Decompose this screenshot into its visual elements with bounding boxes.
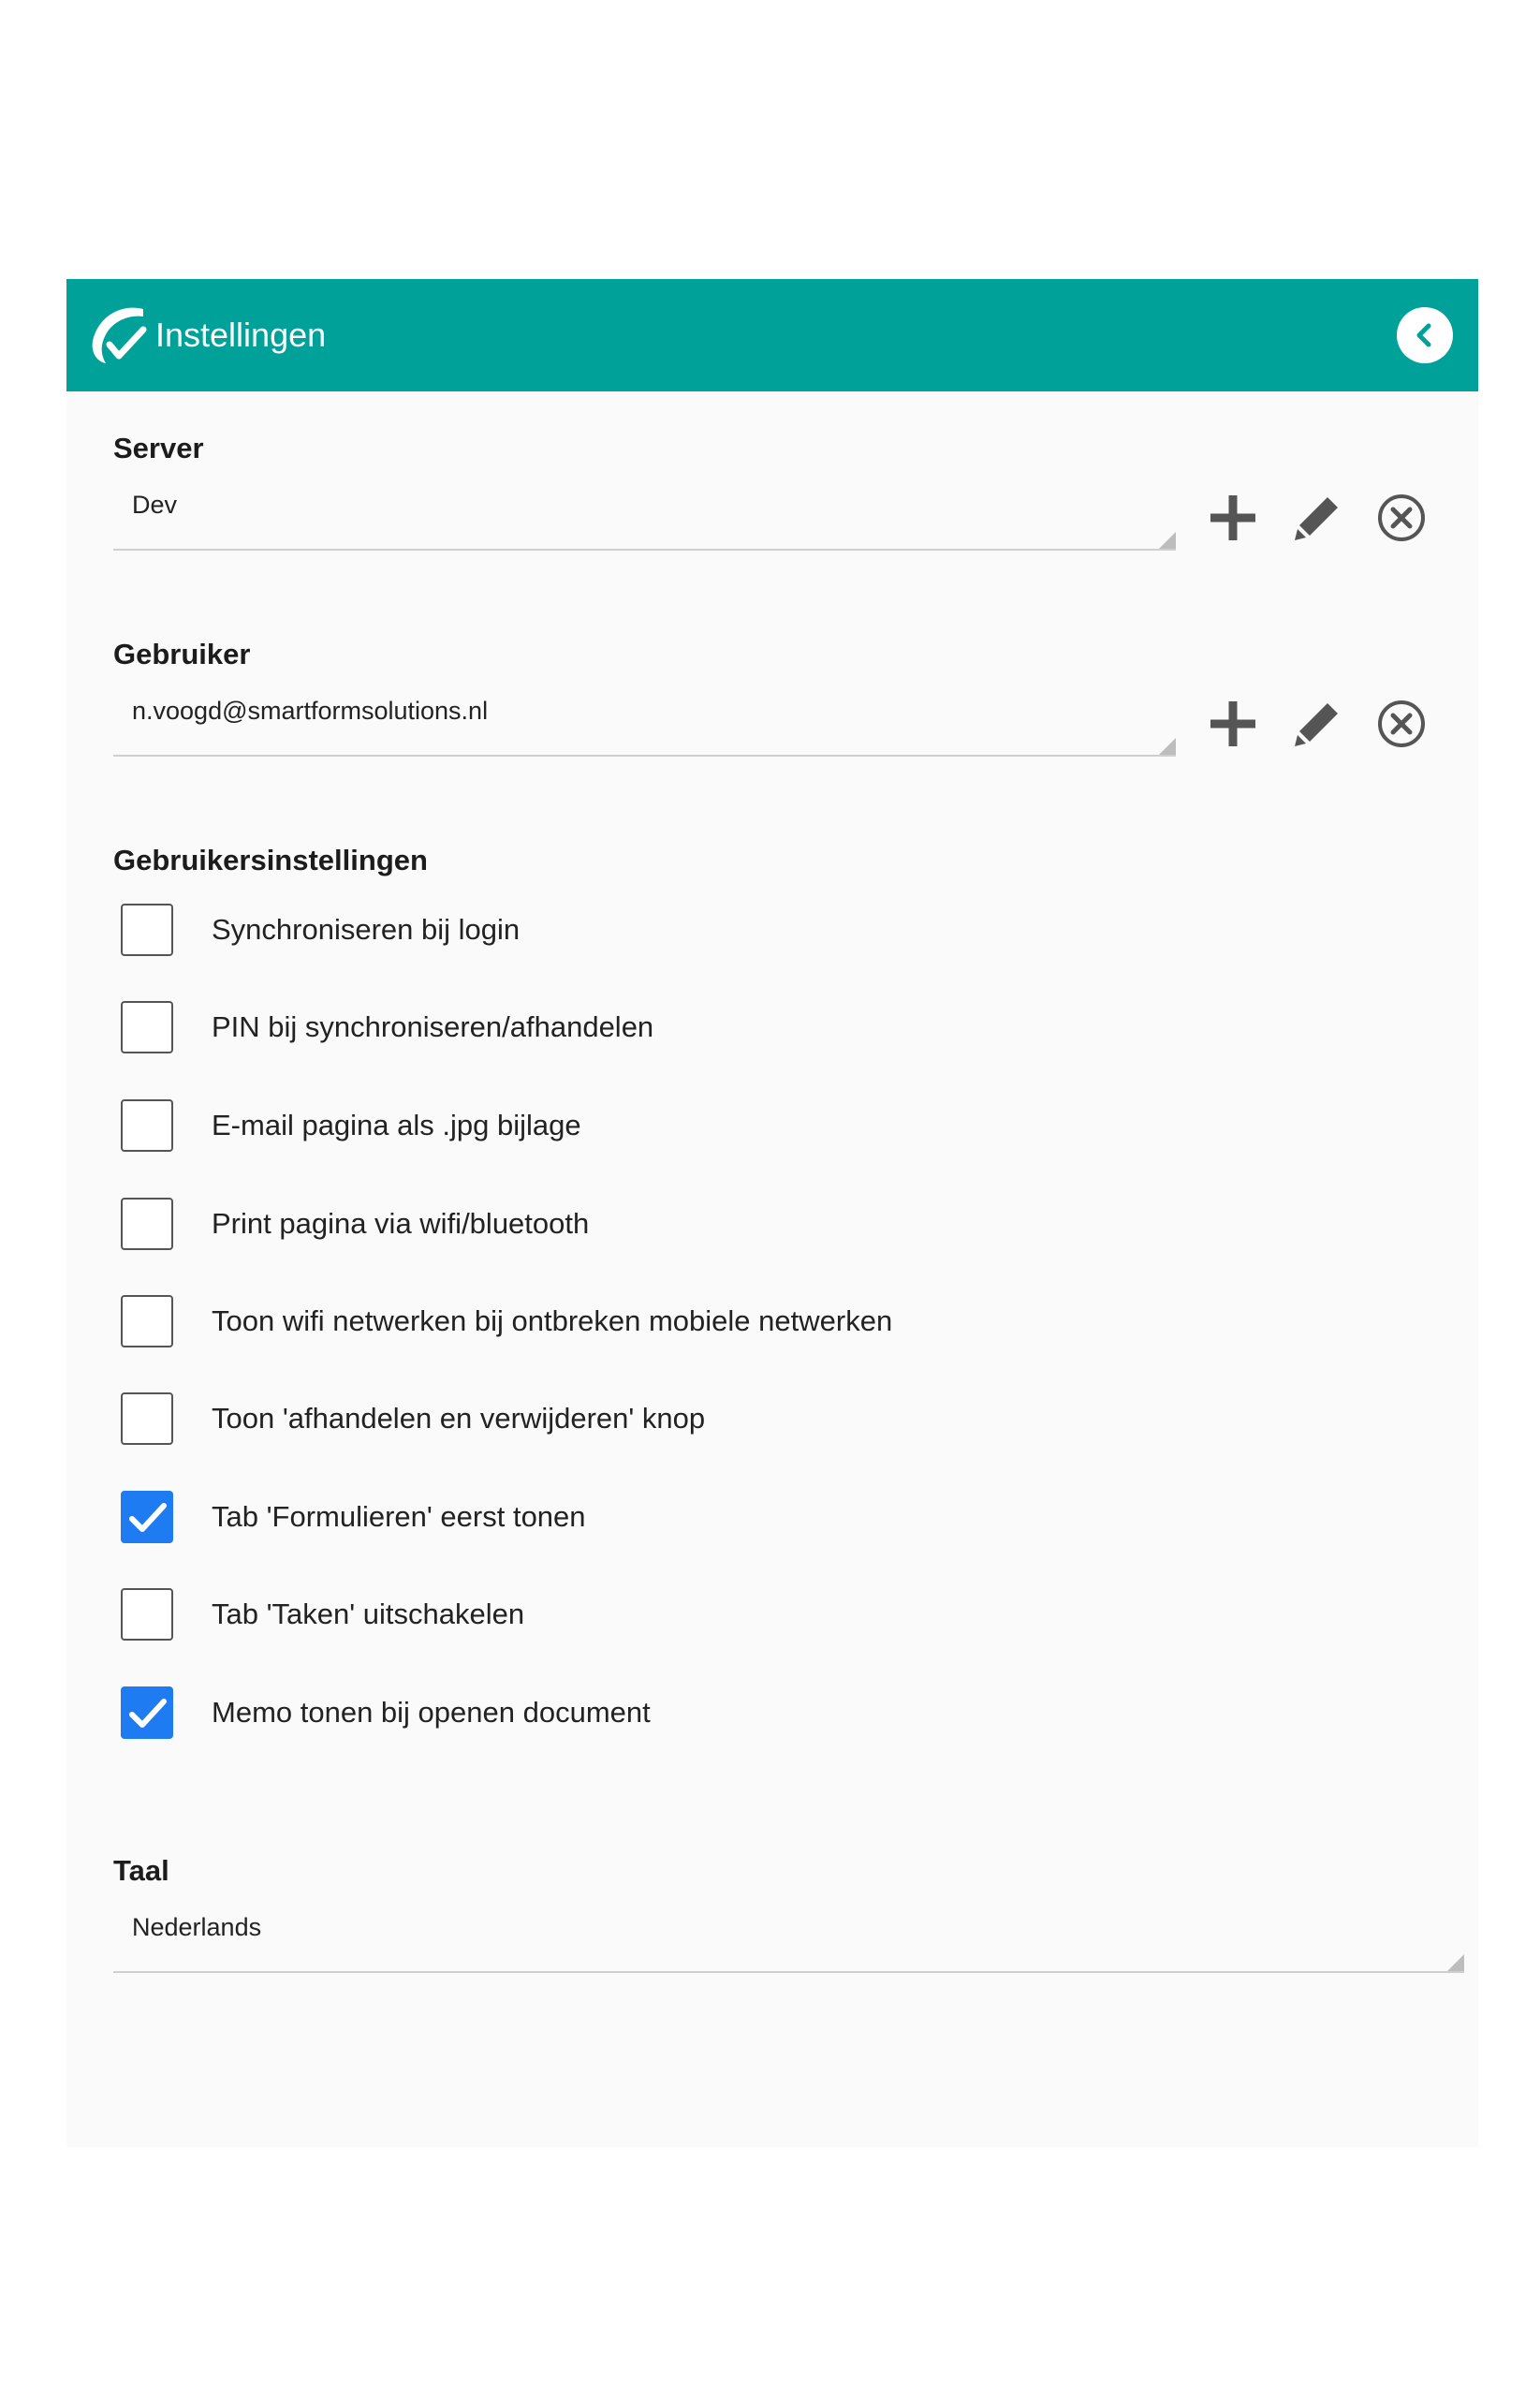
dropdown-corner-icon (1447, 1954, 1464, 1971)
checkbox-label: Print pagina via wifi/bluetooth (212, 1207, 590, 1240)
pencil-icon (1295, 703, 1338, 746)
language-label: Taal (113, 1854, 169, 1887)
checkbox-row[interactable]: PIN bij synchroniseren/afhandelen (121, 1001, 1338, 1059)
checkbox[interactable] (121, 1392, 173, 1445)
dropdown-corner-icon (1159, 738, 1176, 755)
checkbox-row[interactable]: Tab 'Taken' uitschakelen (121, 1588, 1338, 1646)
page-title: Instellingen (155, 316, 327, 354)
checkbox-row[interactable]: Print pagina via wifi/bluetooth (121, 1198, 1338, 1256)
close-circle-icon (1378, 700, 1425, 747)
add-user-button[interactable] (1205, 696, 1261, 752)
server-select[interactable]: Dev (113, 483, 1176, 551)
checkbox[interactable] (121, 1099, 173, 1152)
user-settings-label: Gebruikersinstellingen (113, 844, 428, 876)
user-label: Gebruiker (113, 638, 251, 670)
checkbox[interactable] (121, 904, 173, 956)
server-label: Server (113, 432, 204, 464)
checkbox-label: Synchroniseren bij login (212, 913, 521, 946)
checkbox-label: Toon 'afhandelen en verwijderen' knop (212, 1402, 706, 1435)
dropdown-corner-icon (1159, 532, 1176, 549)
delete-user-button[interactable] (1373, 696, 1430, 752)
checkbox[interactable] (121, 1001, 173, 1053)
plus-icon (1210, 495, 1255, 540)
checkbox-label: Memo tonen bij openen document (212, 1696, 651, 1729)
chevron-left-icon (1416, 323, 1431, 347)
checkbox-label: E-mail pagina als .jpg bijlage (212, 1109, 581, 1141)
checkbox[interactable] (121, 1295, 173, 1347)
checkbox-label: Tab 'Formulieren' eerst tonen (212, 1500, 586, 1533)
checkbox-row[interactable]: Tab 'Formulieren' eerst tonen (121, 1491, 1338, 1549)
app-logo-icon (87, 303, 153, 367)
add-server-button[interactable] (1205, 490, 1261, 546)
checkbox-row[interactable]: Synchroniseren bij login (121, 904, 1338, 962)
checkbox-checked[interactable] (121, 1686, 173, 1739)
user-select[interactable]: n.voogd@smartformsolutions.nl (113, 689, 1176, 757)
header-bar: Instellingen (66, 279, 1478, 391)
checkbox-row[interactable]: E-mail pagina als .jpg bijlage (121, 1099, 1338, 1157)
user-value: n.voogd@smartformsolutions.nl (132, 697, 489, 725)
delete-server-button[interactable] (1373, 490, 1430, 546)
server-value: Dev (132, 491, 178, 519)
checkbox[interactable] (121, 1588, 173, 1641)
checkmark-icon (129, 1699, 167, 1728)
checkbox-row[interactable]: Memo tonen bij openen document (121, 1686, 1338, 1745)
pencil-icon (1295, 497, 1338, 540)
language-value: Nederlands (132, 1913, 262, 1941)
checkmark-icon (129, 1503, 167, 1532)
language-select[interactable]: Nederlands (113, 1906, 1464, 1973)
edit-user-button[interactable] (1289, 696, 1345, 752)
checkbox-label: Tab 'Taken' uitschakelen (212, 1598, 525, 1630)
checkbox-label: Toon wifi netwerken bij ontbreken mobiel… (212, 1304, 893, 1337)
checkbox[interactable] (121, 1198, 173, 1250)
checkbox-checked[interactable] (121, 1491, 173, 1543)
plus-icon (1210, 701, 1255, 746)
close-circle-icon (1378, 494, 1425, 541)
settings-screen: Instellingen Server Dev Gebruiker n.voog… (66, 279, 1478, 2147)
checkbox-label: PIN bij synchroniseren/afhandelen (212, 1010, 654, 1043)
checkbox-row[interactable]: Toon wifi netwerken bij ontbreken mobiel… (121, 1295, 1338, 1353)
edit-server-button[interactable] (1289, 490, 1345, 546)
checkbox-row[interactable]: Toon 'afhandelen en verwijderen' knop (121, 1392, 1338, 1450)
back-button[interactable] (1397, 307, 1453, 363)
